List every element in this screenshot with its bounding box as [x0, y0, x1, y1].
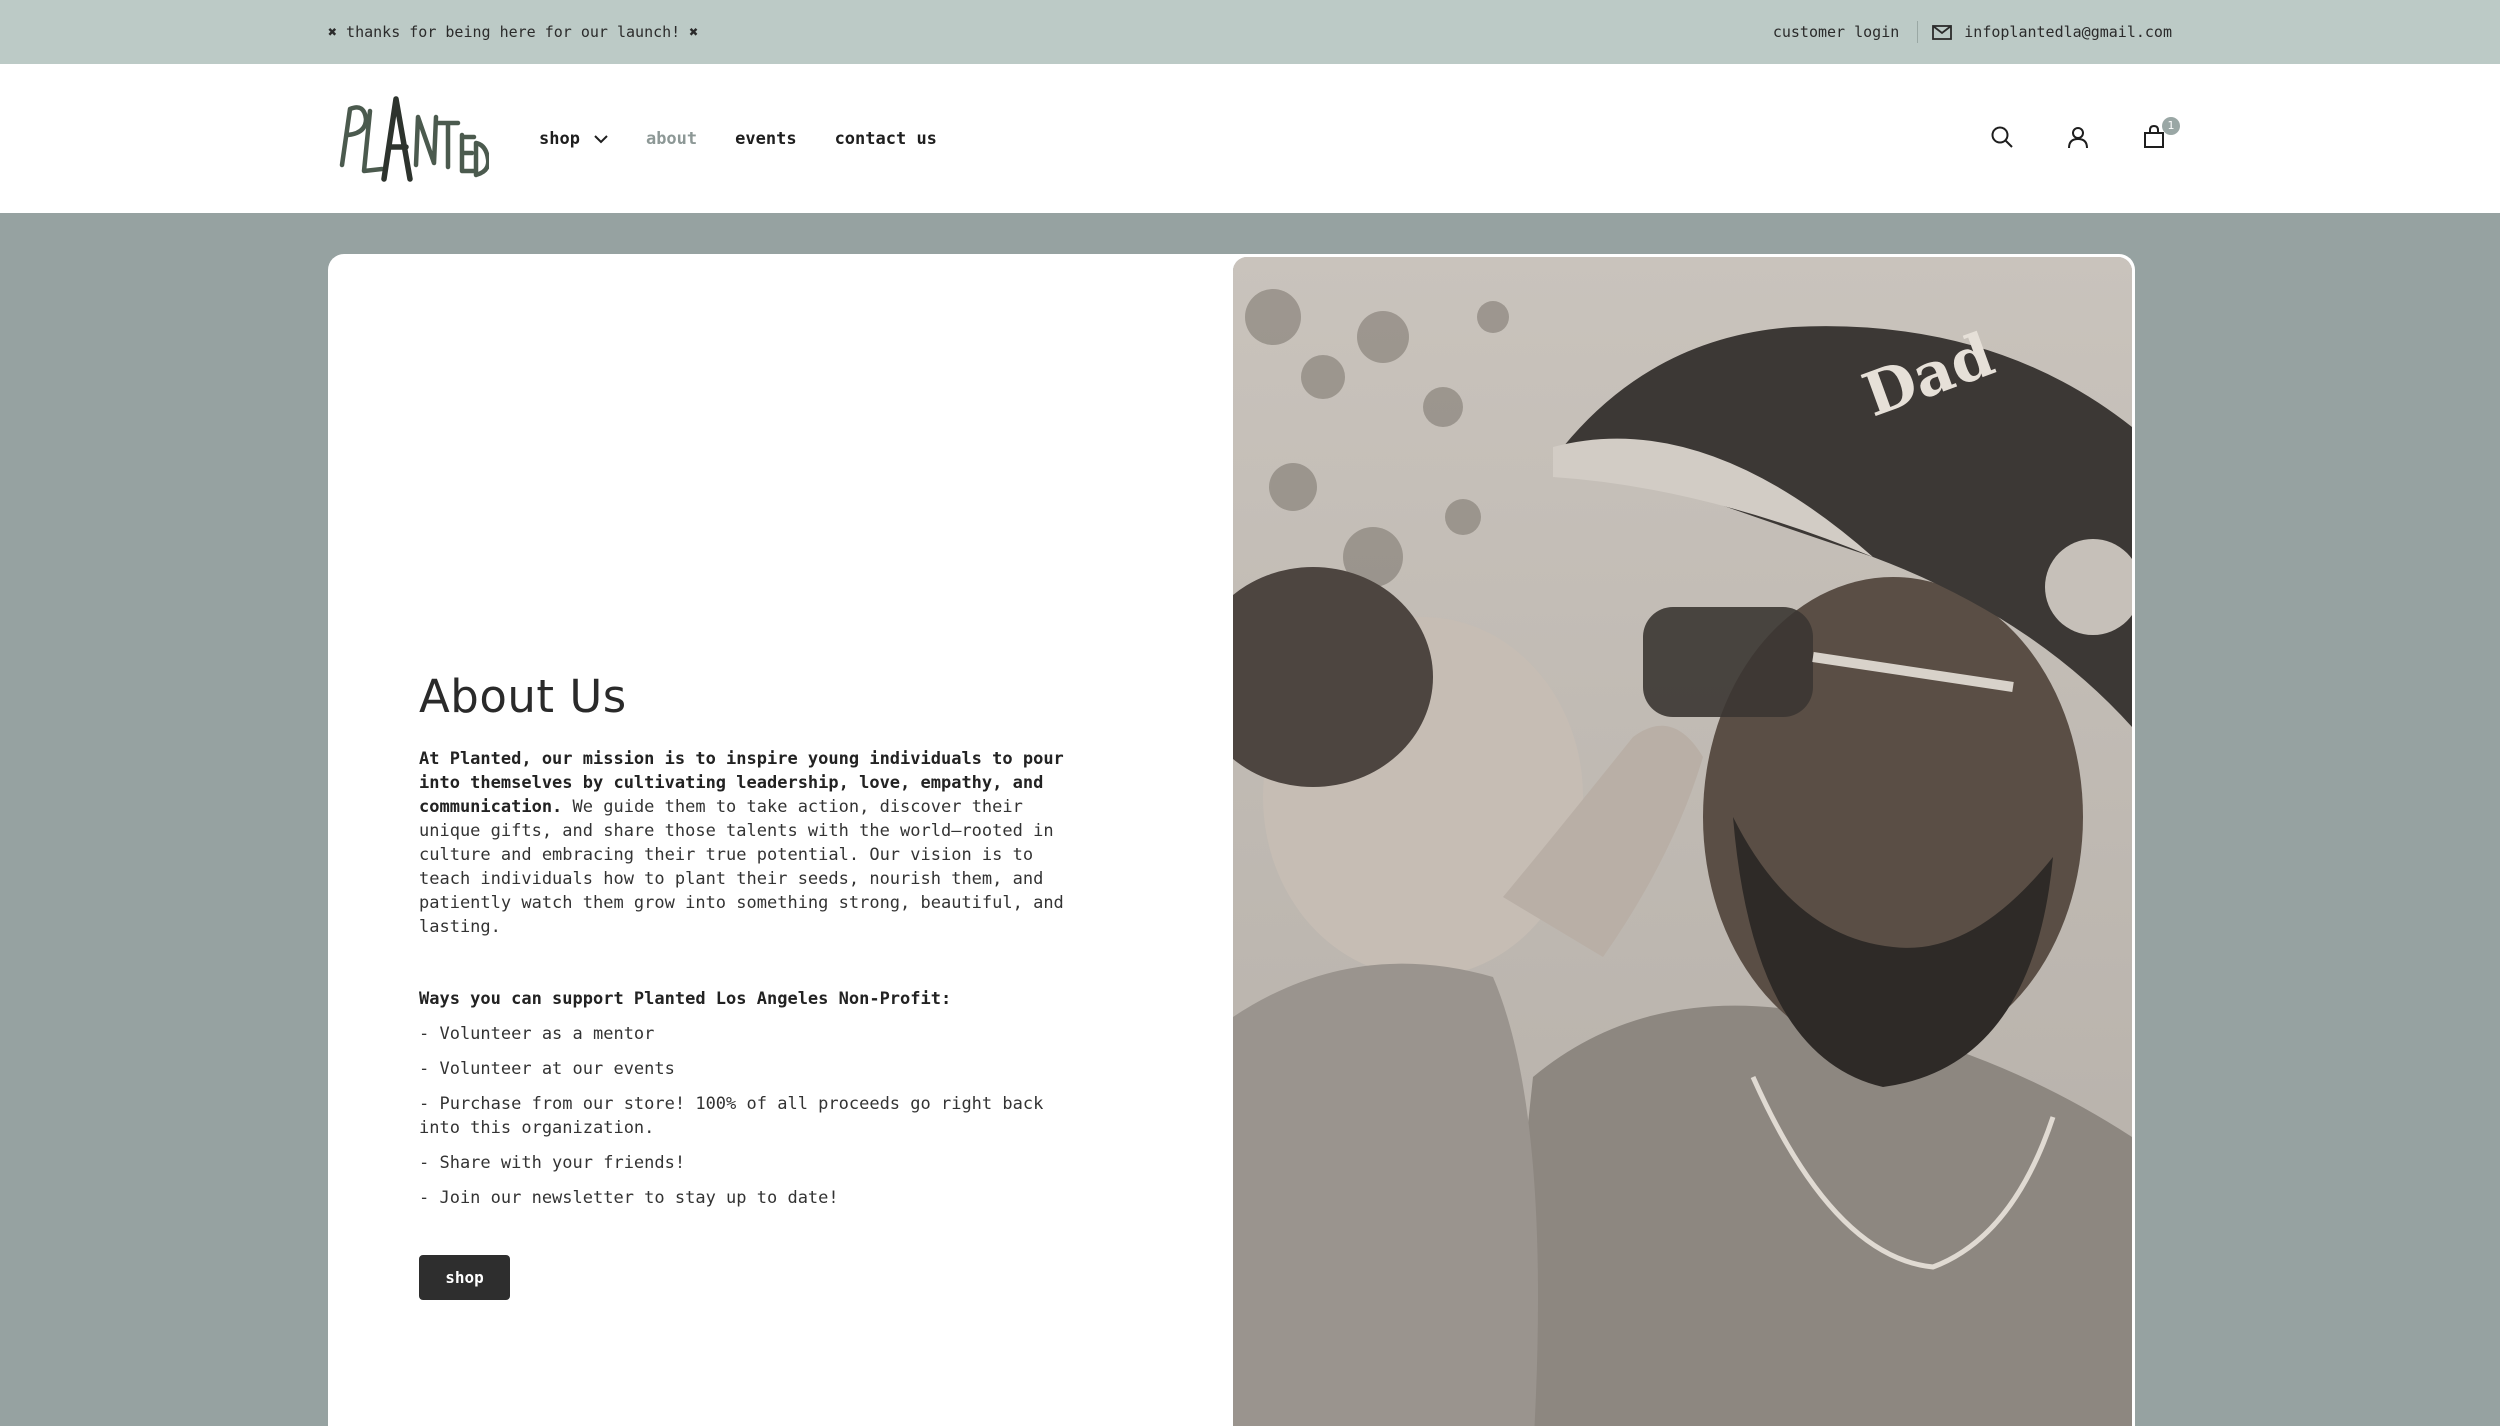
account-icon	[2066, 125, 2090, 153]
account-button[interactable]	[2060, 121, 2096, 157]
mail-icon	[1932, 24, 1953, 40]
nav-shop-label: shop	[539, 128, 580, 149]
announcement-links: customer login infoplantedla@gmail.com	[1773, 21, 2172, 43]
header-icons: 1	[1984, 116, 2180, 157]
customer-login-link[interactable]: customer login	[1773, 21, 1919, 43]
list-item: - Share with your friends!	[419, 1153, 686, 1173]
announcement-message: ✖ thanks for being here for our launch! …	[328, 23, 699, 41]
planted-logo[interactable]	[328, 87, 489, 191]
cart-count-badge: 1	[2162, 116, 2180, 135]
email-link[interactable]: infoplantedla@gmail.com	[1918, 23, 2172, 41]
main-nav: shop about events contact us	[539, 129, 937, 149]
nav-shop[interactable]: shop	[539, 129, 608, 149]
ways-title: Ways you can support Planted Los Angeles…	[419, 989, 952, 1009]
email-address: infoplantedla@gmail.com	[1964, 23, 2172, 41]
search-button[interactable]	[1984, 121, 2020, 157]
cart-button[interactable]: 1	[2136, 116, 2180, 157]
ways-list: - Volunteer as a mentor - Volunteer at o…	[419, 1022, 1079, 1210]
announcement-bar: ✖ thanks for being here for our launch! …	[0, 0, 2500, 64]
list-item: - Purchase from our store! 100% of all p…	[419, 1094, 1044, 1138]
list-item: - Volunteer at our events	[419, 1059, 675, 1079]
nav-contact-us[interactable]: contact us	[835, 129, 937, 149]
nav-about[interactable]: about	[646, 129, 697, 149]
mission-rest: We guide them to take action, discover t…	[419, 797, 1064, 937]
search-icon	[1990, 125, 2014, 153]
list-item: - Volunteer as a mentor	[419, 1024, 655, 1044]
site-header: shop about events contact us 1	[0, 64, 2500, 213]
about-text: About Us At Planted, our mission is to i…	[419, 670, 1079, 1300]
list-item: - Join our newsletter to stay up to date…	[419, 1188, 839, 1208]
about-card: About Us At Planted, our mission is to i…	[328, 254, 2135, 1426]
nav-events[interactable]: events	[735, 129, 796, 149]
mission-paragraph: At Planted, our mission is to inspire yo…	[419, 747, 1079, 939]
page-title: About Us	[419, 670, 627, 723]
about-photo: Dad	[1233, 257, 2132, 1426]
chevron-down-icon	[594, 129, 608, 149]
shop-button[interactable]: shop	[419, 1255, 510, 1300]
